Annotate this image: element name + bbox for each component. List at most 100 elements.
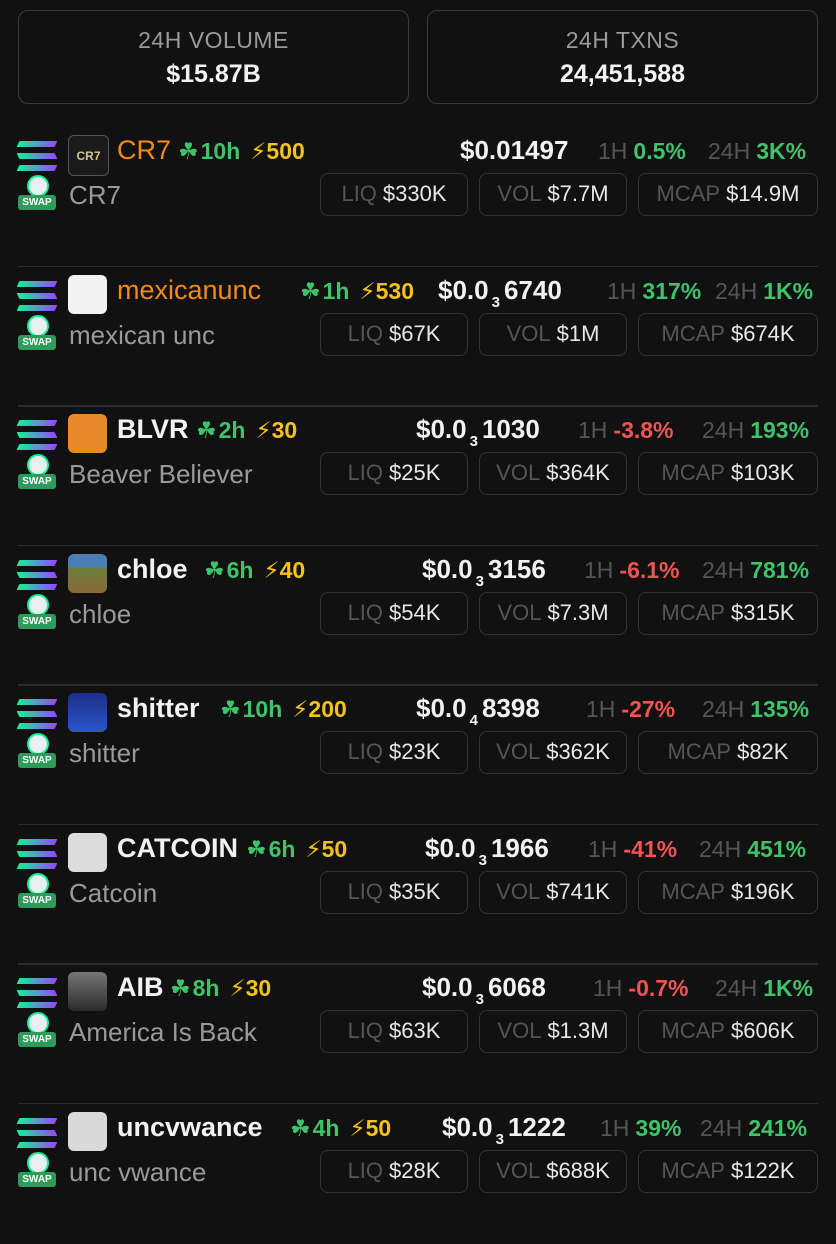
token-avatar <box>68 553 107 593</box>
token-meta: ☘10h ⚡200 <box>220 696 347 723</box>
token-meta: ☘4h ⚡50 <box>290 1115 391 1142</box>
token-price: $0.0 3 6068 <box>422 972 546 1008</box>
token-meta: ☘1h ⚡530 <box>300 278 414 305</box>
token-age: 2h <box>218 417 246 443</box>
vol-pill: VOL $1.3M <box>479 1010 627 1053</box>
token-row[interactable]: BLVR ☘2h ⚡30 $0.0 3 1030 1H -3.8% 24H 193% SWAP Bea… <box>0 407 836 546</box>
vol-pill: VOL $741K <box>479 870 627 914</box>
swap-logo <box>27 314 49 337</box>
price-main: $0.0 <box>442 1111 493 1142</box>
token-ticker[interactable]: CR7 <box>117 135 171 166</box>
vol-value: $364K <box>546 460 610 485</box>
price-zero-count: 4 <box>469 712 478 729</box>
token-avatar <box>68 832 107 872</box>
vol-label: VOL <box>497 181 542 206</box>
change-24h-label: 24H <box>699 835 742 862</box>
change-24h: 24H 451% <box>699 836 806 863</box>
token-row[interactable]: mexicanunc ☘1h ⚡530 $0.0 3 6740 1H 317% 24H 1K% SW… <box>0 268 836 407</box>
token-row[interactable]: CR7 CR7 ☘10h ⚡500 $0.01497 1H 0.5% 24H 3K% SWAP CR… <box>0 128 836 267</box>
seedling-icon: ☘ <box>178 138 199 164</box>
token-age: 1h <box>322 277 350 304</box>
token-name: shitter <box>69 738 140 768</box>
lightning-icon: ⚡ <box>292 696 309 722</box>
vol-label: VOL <box>497 599 542 625</box>
swap-icon[interactable]: SWAP <box>18 1012 56 1052</box>
mcap-value: $14.9M <box>726 181 800 206</box>
token-price: $0.01497 <box>460 135 568 166</box>
change-24h-label: 24H <box>715 975 758 1001</box>
price-tail: 1030 <box>481 414 540 444</box>
token-boost: 500 <box>266 138 305 164</box>
change-1h: 1H -0.7% <box>593 975 689 1002</box>
change-1h-value: -27% <box>621 696 676 722</box>
token-ticker[interactable]: AIB <box>117 972 164 1003</box>
swap-icon[interactable]: SWAP <box>18 733 56 773</box>
change-24h-value: 451% <box>747 835 807 862</box>
price-zero-count: 3 <box>475 991 484 1008</box>
price-main: $0.01497 <box>460 135 569 165</box>
vol-label: VOL <box>496 460 541 485</box>
liq-value: $23K <box>389 739 441 764</box>
change-24h-value: 781% <box>750 556 810 583</box>
swap-icon[interactable]: SWAP <box>18 314 56 355</box>
token-ticker[interactable]: mexicanunc <box>117 275 261 306</box>
lightning-icon: ⚡ <box>255 417 272 443</box>
swap-icon[interactable]: SWAP <box>18 872 56 913</box>
liq-value: $28K <box>389 1157 441 1183</box>
change-24h: 24H 1K% <box>715 278 813 305</box>
token-row[interactable]: chloe ☘6h ⚡40 $0.0 3 3156 1H -6.1% 24H 781% SWAP ch… <box>0 547 836 686</box>
mcap-pill: MCAP $674K <box>638 312 818 356</box>
liq-value: $25K <box>389 460 441 485</box>
vol-pill: VOL $1M <box>479 312 627 356</box>
solana-chain-icon <box>16 1117 58 1150</box>
token-row[interactable]: CATCOIN ☘6h ⚡50 $0.0 3 1966 1H -41% 24H 451% SWAP C… <box>0 826 836 965</box>
swap-label: SWAP <box>18 753 56 768</box>
token-name: CR7 <box>69 180 122 210</box>
mcap-pill: MCAP $606K <box>638 1010 818 1053</box>
swap-label: SWAP <box>18 334 56 350</box>
token-row[interactable]: uncvwance ☘4h ⚡50 $0.0 3 1222 1H 39% 24H 241% SWAP… <box>0 1105 836 1244</box>
mcap-value: $606K <box>730 1018 795 1043</box>
change-1h-label: 1H <box>607 277 637 304</box>
change-24h-value: 3K% <box>756 138 807 164</box>
token-age: 6h <box>268 835 296 862</box>
change-1h: 1H 317% <box>607 278 701 305</box>
change-1h-value: 317% <box>642 277 702 304</box>
swap-icon[interactable]: SWAP <box>18 175 56 215</box>
token-boost: 200 <box>308 696 347 722</box>
token-price: $0.0 3 1030 <box>416 414 540 450</box>
solana-chain-icon <box>16 559 58 592</box>
price-main: $0.0 <box>416 693 467 723</box>
price-main: $0.0 <box>422 972 473 1002</box>
token-ticker[interactable]: uncvwance <box>117 1112 263 1143</box>
swap-logo <box>27 593 49 616</box>
token-ticker[interactable]: BLVR <box>117 414 189 445</box>
swap-icon[interactable]: SWAP <box>18 1151 56 1192</box>
swap-icon[interactable]: SWAP <box>18 593 56 634</box>
token-boost: 50 <box>321 835 348 862</box>
token-ticker[interactable]: CATCOIN <box>117 833 238 864</box>
swap-icon[interactable]: SWAP <box>18 454 56 494</box>
mcap-value: $674K <box>730 320 795 346</box>
swap-label: SWAP <box>18 892 56 908</box>
token-age: 8h <box>192 975 220 1001</box>
token-ticker[interactable]: chloe <box>117 554 188 585</box>
mcap-pill: MCAP $315K <box>638 591 818 635</box>
vol-label: VOL <box>496 1157 541 1183</box>
change-1h: 1H -6.1% <box>584 557 680 584</box>
price-zero-count: 3 <box>469 433 478 450</box>
token-name: America Is Back <box>69 1017 257 1047</box>
lightning-icon: ⚡ <box>359 277 376 304</box>
solana-chain-icon <box>16 280 58 313</box>
liq-value: $35K <box>389 878 441 904</box>
liq-label: LIQ <box>347 878 384 904</box>
change-1h-label: 1H <box>593 975 623 1001</box>
swap-logo <box>27 1151 49 1174</box>
vol-pill: VOL $7.7M <box>479 173 627 216</box>
token-row[interactable]: shitter ☘10h ⚡200 $0.0 4 8398 1H -27% 24H 135% SWA… <box>0 686 836 825</box>
token-ticker[interactable]: shitter <box>117 693 200 724</box>
lightning-icon: ⚡ <box>305 835 322 862</box>
vol-pill: VOL $362K <box>479 731 627 774</box>
token-row[interactable]: AIB ☘8h ⚡30 $0.0 3 6068 1H -0.7% 24H 1K% SWAP Ameri… <box>0 965 836 1104</box>
liq-pill: LIQ $28K <box>320 1149 468 1193</box>
